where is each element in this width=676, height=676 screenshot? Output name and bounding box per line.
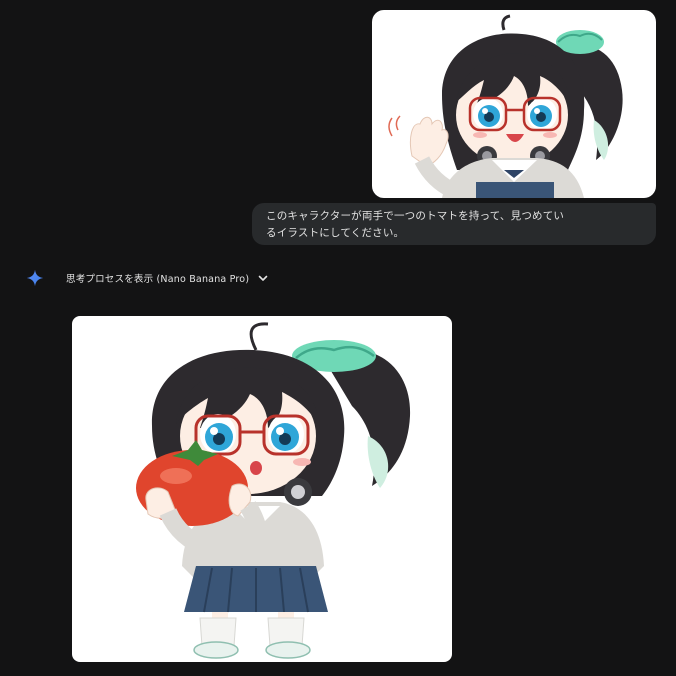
- show-thinking-toggle[interactable]: 思考プロセスを表示 (Nano Banana Pro): [26, 268, 269, 288]
- generated-image[interactable]: [72, 316, 452, 662]
- uploaded-character-image[interactable]: [372, 10, 656, 198]
- user-message-line-1: このキャラクターが両手で一つのトマトを持って、見つめてい: [266, 210, 565, 222]
- user-message-bubble: このキャラクターが両手で一つのトマトを持って、見つめてい るイラストにしてくださ…: [252, 203, 656, 245]
- character-waving-illustration: [388, 14, 623, 198]
- chevron-down-icon: [258, 275, 268, 281]
- sparkle-icon: [26, 269, 44, 287]
- user-message-line-2: るイラストにしてください。: [266, 227, 405, 239]
- character-holding-tomato-illustration: [136, 322, 411, 659]
- show-thinking-label: 思考プロセスを表示 (Nano Banana Pro): [66, 274, 250, 285]
